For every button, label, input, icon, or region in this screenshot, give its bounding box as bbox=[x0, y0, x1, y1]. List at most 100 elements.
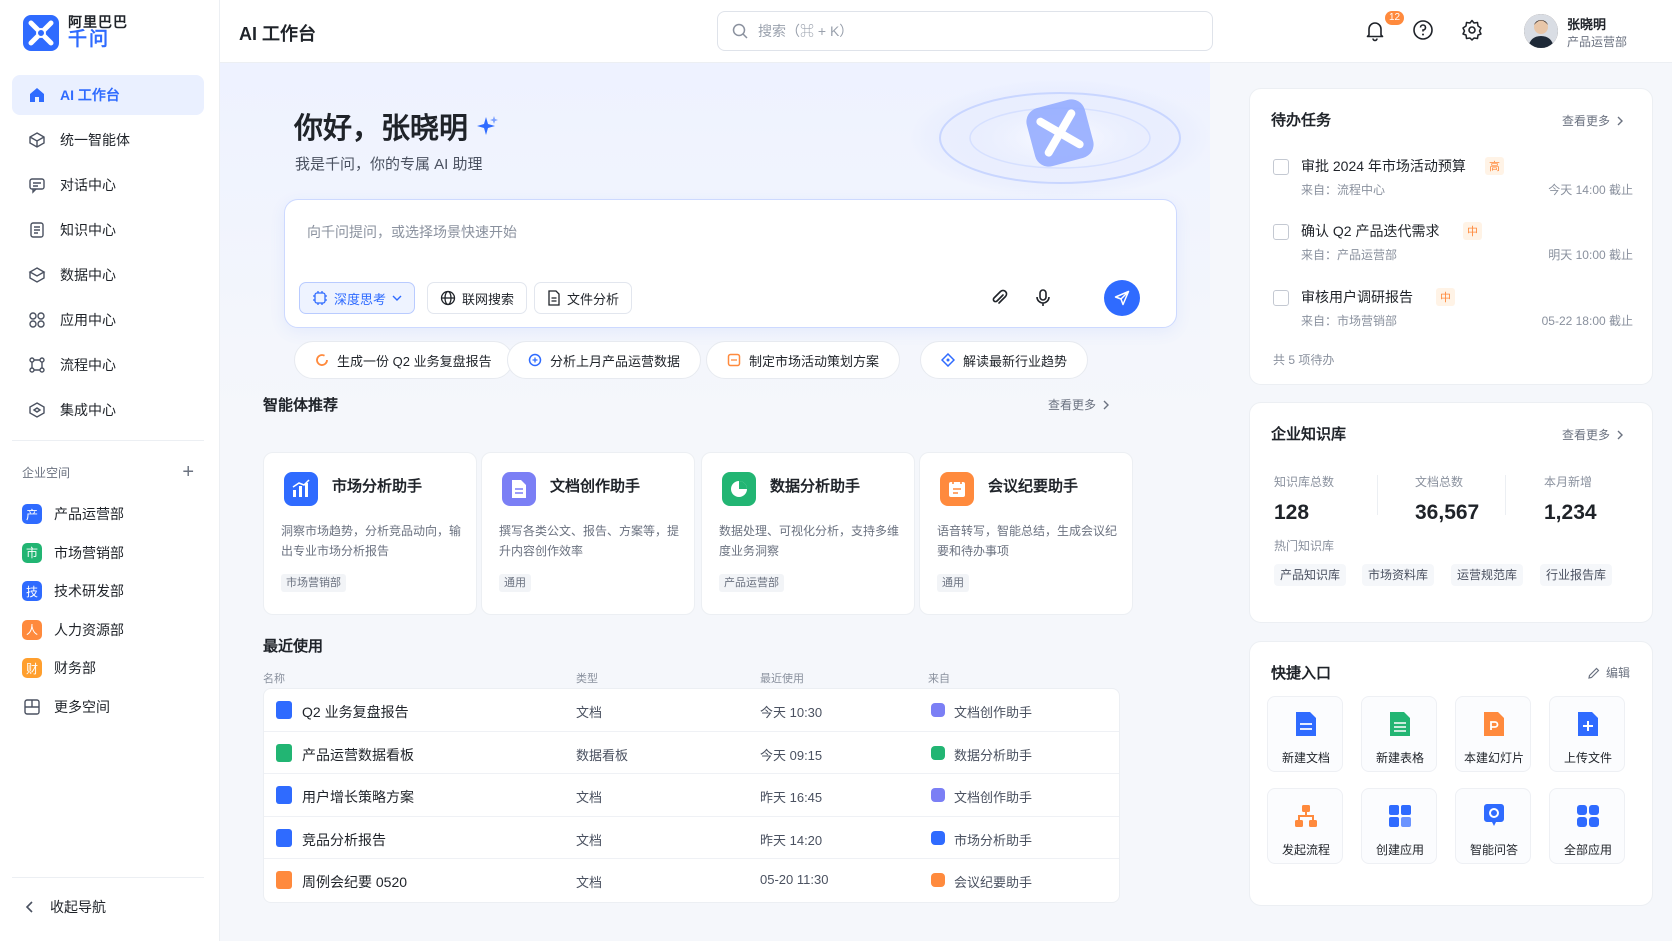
help-icon[interactable] bbox=[1411, 18, 1435, 42]
agent-card-data-analysis[interactable]: 数据分析助手 数据处理、可视化分析，支持多维度业务洞察 产品运营部 bbox=[701, 452, 915, 615]
apps-icon bbox=[29, 312, 45, 328]
todo-checkbox[interactable] bbox=[1273, 159, 1289, 175]
row-time: 昨天 16:45 bbox=[760, 790, 823, 805]
nav-label: 应用中心 bbox=[60, 312, 116, 328]
todo-checkbox[interactable] bbox=[1273, 290, 1289, 306]
quick-all-apps[interactable]: 全部应用 bbox=[1549, 788, 1625, 864]
nav-item-knowledge-center[interactable]: 知识中心 bbox=[12, 210, 204, 250]
web-search-toggle[interactable]: 联网搜索 bbox=[427, 282, 528, 314]
todo-item[interactable]: 审批 2024 年市场活动预算 高 来自：流程中心 今天 14:00 截止 bbox=[1273, 151, 1633, 211]
stat-divider bbox=[1505, 475, 1506, 515]
table-row[interactable]: 产品运营数据看板 数据看板 今天 09:15 数据分析助手 bbox=[264, 732, 1119, 774]
qa-chat-icon bbox=[1484, 804, 1504, 826]
quick-access-panel: 快捷入口 编辑 新建文档 新建表格 本建幻灯片 上传文件 发起流程 创建应用 智… bbox=[1249, 641, 1653, 906]
main-content: 你好，张晓明 我是千问，你的专属 AI 助理 深度思考 联网搜索 文件分析 生成… bbox=[220, 63, 1210, 941]
database-icon bbox=[28, 267, 46, 283]
nav-item-data-center[interactable]: 数据中心 bbox=[12, 255, 204, 295]
avatar[interactable] bbox=[1524, 14, 1558, 48]
nav-item-integration-center[interactable]: 集成中心 bbox=[12, 390, 204, 430]
quick-new-slides[interactable]: 本建幻灯片 bbox=[1455, 696, 1531, 772]
agent-source-icon bbox=[931, 788, 945, 802]
kb-more-link[interactable]: 查看更多 bbox=[1562, 426, 1624, 443]
table-row[interactable]: 周例会纪要 0520 文档 05-20 11:30 会议纪要助手 bbox=[264, 859, 1119, 902]
dashboard-file-icon bbox=[276, 743, 292, 762]
workspace-item-more[interactable]: 更多空间 bbox=[22, 688, 202, 727]
send-button[interactable] bbox=[1104, 280, 1140, 316]
row-name: 用户增长策略方案 bbox=[302, 789, 414, 805]
kb-hot-tag[interactable]: 市场资料库 bbox=[1362, 564, 1435, 586]
quick-new-sheet[interactable]: 新建表格 bbox=[1361, 696, 1437, 772]
gear-icon[interactable] bbox=[1460, 18, 1484, 42]
nav-label: 统一智能体 bbox=[60, 132, 130, 148]
agent-card-meeting-notes[interactable]: 会议纪要助手 语音转写，智能总结，生成会议纪要和待办事项 通用 bbox=[919, 452, 1133, 615]
quick-smart-qa[interactable]: 智能问答 bbox=[1455, 788, 1531, 864]
add-workspace-icon[interactable]: + bbox=[182, 462, 194, 482]
nav-item-chat-center[interactable]: 对话中心 bbox=[12, 165, 204, 205]
nav-item-flow-center[interactable]: 流程中心 bbox=[12, 345, 204, 385]
quick-upload[interactable]: 上传文件 bbox=[1549, 696, 1625, 772]
search-box[interactable] bbox=[717, 11, 1213, 51]
suggestion-marketing-plan[interactable]: 制定市场活动策划方案 bbox=[706, 341, 901, 379]
row-source: 数据分析助手 bbox=[954, 747, 1033, 763]
sheet-icon bbox=[1390, 712, 1410, 736]
table-row[interactable]: 用户增长策略方案 文档 昨天 16:45 文档创作助手 bbox=[264, 774, 1119, 817]
todo-more-link[interactable]: 查看更多 bbox=[1562, 112, 1624, 129]
deep-thinking-toggle[interactable]: 深度思考 bbox=[299, 282, 416, 314]
globe-icon bbox=[440, 290, 456, 306]
workspace-item-product-ops[interactable]: 产 产品运营部 bbox=[22, 495, 202, 534]
file-analysis-toggle[interactable]: 文件分析 bbox=[534, 282, 633, 314]
kb-hot-tag[interactable]: 产品知识库 bbox=[1274, 564, 1347, 586]
brand-logo[interactable]: 阿里巴巴 千问 bbox=[22, 14, 128, 52]
agent-description: 撰写各类公文、报告、方案等，提升内容创作效率 bbox=[499, 524, 680, 558]
top-bar: AI 工作台 12 张晓明 产品运营部 bbox=[220, 0, 1672, 63]
agent-card-market-analysis[interactable]: 市场分析助手 洞察市场趋势，分析竞品动向，输出专业市场分析报告 市场营销部 bbox=[263, 452, 477, 615]
workspace-item-hr[interactable]: 人 人力资源部 bbox=[22, 611, 202, 650]
slides-icon bbox=[1484, 712, 1504, 736]
agents-more-link[interactable]: 查看更多 bbox=[1048, 396, 1110, 413]
bell-icon[interactable] bbox=[1363, 18, 1387, 42]
quick-label: 新建文档 bbox=[1281, 751, 1330, 765]
document-icon bbox=[727, 353, 741, 367]
quick-new-doc[interactable]: 新建文档 bbox=[1267, 696, 1343, 772]
suggestion-industry-trend[interactable]: 解读最新行业趋势 bbox=[920, 341, 1089, 379]
bar-chart-icon bbox=[284, 472, 318, 506]
todo-item[interactable]: 审核用户调研报告 中 来自：市场营销部 05-22 18:00 截止 bbox=[1273, 282, 1633, 342]
kb-hot-tag[interactable]: 行业报告库 bbox=[1540, 564, 1613, 586]
agent-tag: 通用 bbox=[499, 574, 531, 592]
workspace-label: 市场营销部 bbox=[54, 544, 124, 561]
prompt-input[interactable] bbox=[307, 222, 1147, 262]
quick-create-app[interactable]: 创建应用 bbox=[1361, 788, 1437, 864]
nav-item-app-center[interactable]: 应用中心 bbox=[12, 300, 204, 340]
greeting-title: 你好，张晓明 bbox=[294, 105, 499, 147]
chevron-right-icon bbox=[1617, 116, 1624, 125]
todo-due: 今天 14:00 截止 bbox=[1548, 183, 1633, 197]
suggestion-ops-data[interactable]: 分析上月产品运营数据 bbox=[507, 341, 702, 379]
attachment-icon[interactable] bbox=[989, 288, 1009, 308]
table-row[interactable]: 竞品分析报告 文档 昨天 14:20 市场分析助手 bbox=[264, 817, 1119, 859]
row-type: 数据看板 bbox=[576, 747, 629, 763]
workspace-label: 财务部 bbox=[54, 660, 96, 677]
row-time: 05-20 11:30 bbox=[760, 872, 829, 887]
suggestion-q2-review[interactable]: 生成一份 Q2 业务复盘报告 bbox=[294, 341, 513, 379]
todo-checkbox[interactable] bbox=[1273, 224, 1289, 240]
nav-label: 数据中心 bbox=[60, 267, 116, 283]
agent-card-doc-writing[interactable]: 文档创作助手 撰写各类公文、报告、方案等，提升内容创作效率 通用 bbox=[481, 452, 695, 615]
quick-edit-button[interactable]: 编辑 bbox=[1588, 664, 1630, 681]
table-row[interactable]: Q2 业务复盘报告 文档 今天 10:30 文档创作助手 bbox=[264, 689, 1119, 732]
collapse-nav-label: 收起导航 bbox=[50, 899, 106, 915]
workspace-item-rnd[interactable]: 技 技术研发部 bbox=[22, 572, 202, 611]
more-label: 查看更多 bbox=[1562, 428, 1611, 442]
priority-badge: 中 bbox=[1436, 288, 1455, 306]
search-input[interactable] bbox=[758, 23, 1158, 39]
workspace-item-marketing[interactable]: 市 市场营销部 bbox=[22, 534, 202, 573]
quick-start-workflow[interactable]: 发起流程 bbox=[1267, 788, 1343, 864]
prompt-box: 深度思考 联网搜索 文件分析 bbox=[284, 199, 1177, 328]
nav-item-ai-workbench[interactable]: AI 工作台 bbox=[12, 75, 204, 115]
collapse-nav-button[interactable]: 收起导航 bbox=[24, 897, 106, 917]
agent-tag: 市场营销部 bbox=[281, 574, 346, 592]
todo-item[interactable]: 确认 Q2 产品迭代需求 中 来自：产品运营部 明天 10:00 截止 bbox=[1273, 216, 1633, 276]
microphone-icon[interactable] bbox=[1033, 288, 1053, 308]
nav-item-unified-agent[interactable]: 统一智能体 bbox=[12, 120, 204, 160]
workspace-item-finance[interactable]: 财 财务部 bbox=[22, 649, 202, 688]
kb-hot-tag[interactable]: 运营规范库 bbox=[1451, 564, 1524, 586]
